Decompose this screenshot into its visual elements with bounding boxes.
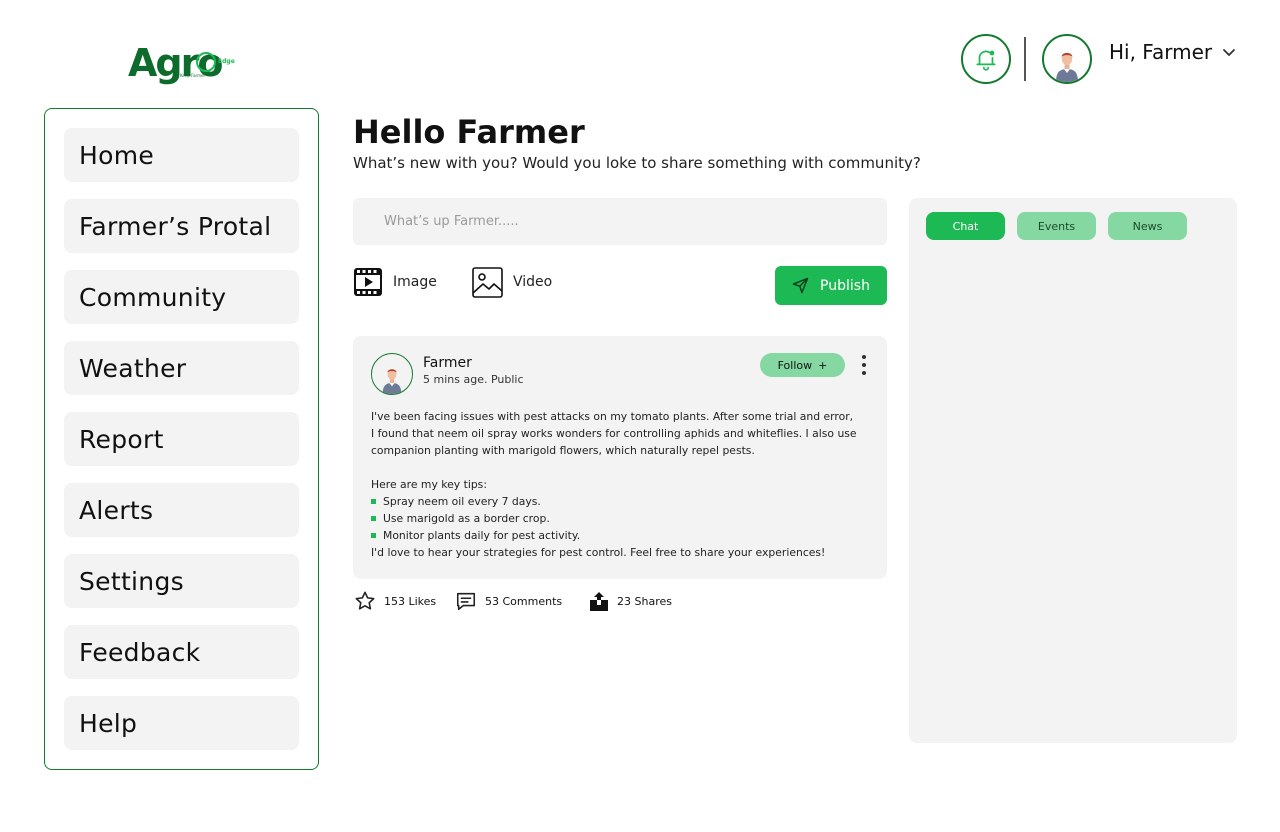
sidebar-item-settings[interactable]: Settings bbox=[64, 554, 299, 608]
bullet-icon bbox=[371, 516, 376, 521]
post-text-line: I found that neem oil spray works wonder… bbox=[371, 427, 857, 440]
sidebar-item-home[interactable]: Home bbox=[64, 128, 299, 182]
sidebar-item-community[interactable]: Community bbox=[64, 270, 299, 324]
post-closing: I'd love to hear your strategies for pes… bbox=[371, 546, 826, 559]
tab-chat[interactable]: Chat bbox=[926, 212, 1005, 240]
logo-ring bbox=[196, 52, 216, 72]
chevron-down-icon bbox=[1223, 49, 1236, 56]
post-body: I've been facing issues with pest attack… bbox=[371, 408, 871, 561]
tab-events[interactable]: Events bbox=[1017, 212, 1096, 240]
attach-video-button[interactable]: Video bbox=[472, 266, 552, 298]
publish-button[interactable]: Publish bbox=[775, 266, 887, 305]
bullet-icon bbox=[371, 499, 376, 504]
tip-item: Use marigold as a border crop. bbox=[371, 510, 871, 527]
follow-button[interactable]: Follow + bbox=[760, 353, 845, 377]
logo-tagline: Keep Farmer bbox=[180, 73, 206, 78]
attach-image-button[interactable]: Image bbox=[353, 266, 437, 298]
farmer-avatar-icon bbox=[1056, 52, 1078, 82]
tips-heading: Here are my key tips: bbox=[371, 478, 487, 491]
header-divider bbox=[1024, 37, 1026, 81]
video-film-icon bbox=[354, 268, 382, 296]
farmer-avatar-icon bbox=[382, 369, 402, 394]
post-text-line: companion planting with marigold flowers… bbox=[371, 444, 755, 457]
publish-label: Publish bbox=[820, 277, 870, 294]
post-meta: 5 mins age. Public bbox=[423, 373, 524, 386]
like-button[interactable]: 153 Likes bbox=[354, 589, 436, 613]
agro-edge-logo: Agro Edge Keep Farmer bbox=[128, 40, 238, 86]
shares-count: 23 Shares bbox=[617, 594, 672, 608]
tab-news[interactable]: News bbox=[1108, 212, 1187, 240]
greeting-text: Hi, Farmer bbox=[1109, 40, 1213, 64]
logo-edge-text: Edge bbox=[218, 58, 235, 65]
plus-icon: + bbox=[818, 358, 828, 372]
share-upload-icon bbox=[590, 592, 608, 611]
bell-notification-icon bbox=[976, 50, 996, 71]
sidebar-item-help[interactable]: Help bbox=[64, 696, 299, 750]
tip-item: Spray neem oil every 7 days. bbox=[371, 493, 871, 510]
user-menu[interactable]: Hi, Farmer bbox=[1109, 38, 1236, 66]
sidebar-item-alerts[interactable]: Alerts bbox=[64, 483, 299, 537]
comment-icon bbox=[456, 592, 476, 611]
post-author-name[interactable]: Farmer bbox=[423, 354, 472, 372]
comments-count: 53 Comments bbox=[485, 594, 563, 608]
user-avatar[interactable] bbox=[1042, 34, 1092, 84]
page-subtitle: What’s new with you? Would you loke to s… bbox=[353, 154, 921, 172]
sidebar-item-farmers-portal[interactable]: Farmer’s Protal bbox=[64, 199, 299, 253]
send-icon bbox=[792, 277, 809, 294]
video-label: Video bbox=[513, 274, 553, 290]
image-label: Image bbox=[393, 274, 437, 290]
notifications-button[interactable] bbox=[961, 34, 1011, 84]
sidebar-item-weather[interactable]: Weather bbox=[64, 341, 299, 395]
share-button[interactable]: 23 Shares bbox=[589, 589, 672, 613]
tip-item: Monitor plants daily for pest activity. bbox=[371, 527, 871, 544]
sidebar-nav: Home Farmer’s Protal Community Weather R… bbox=[44, 108, 319, 770]
comment-button[interactable]: 53 Comments bbox=[455, 589, 562, 613]
post-composer-input[interactable] bbox=[353, 198, 887, 245]
more-options-icon[interactable] bbox=[858, 355, 870, 375]
image-picture-icon bbox=[472, 266, 503, 298]
right-panel: Chat Events News bbox=[909, 198, 1237, 743]
likes-count: 153 Likes bbox=[384, 594, 437, 608]
page-title: Hello Farmer bbox=[353, 113, 585, 151]
post-author-avatar[interactable] bbox=[371, 353, 413, 395]
post-text-line: I've been facing issues with pest attack… bbox=[371, 410, 854, 423]
follow-label: Follow bbox=[777, 358, 813, 372]
post-card: Farmer 5 mins age. Public Follow + I've … bbox=[353, 336, 887, 579]
sidebar-item-report[interactable]: Report bbox=[64, 412, 299, 466]
sidebar-item-feedback[interactable]: Feedback bbox=[64, 625, 299, 679]
star-icon bbox=[355, 591, 375, 610]
bullet-icon bbox=[371, 533, 376, 538]
